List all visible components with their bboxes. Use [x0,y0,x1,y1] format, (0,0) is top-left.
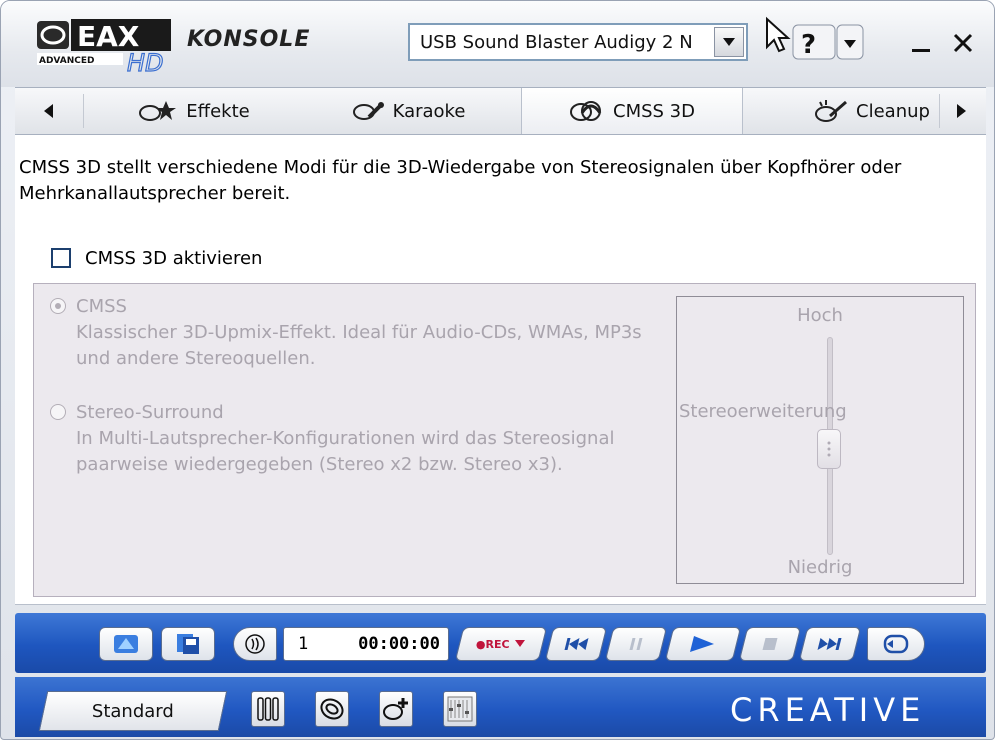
slider-thumb[interactable] [817,429,841,469]
close-icon [953,33,973,53]
repeat-button[interactable] [867,627,925,661]
mediasource-icon [114,635,138,653]
arrow-left-icon [44,104,53,118]
device-selected-value: USB Sound Blaster Audigy 2 N [420,32,693,53]
tab-label: Karaoke [392,100,466,122]
record-button[interactable]: ●REC [454,627,548,661]
play-icon [690,636,714,652]
device-select[interactable]: USB Sound Blaster Audigy 2 N [408,23,748,61]
cmss-headphones-icon [570,101,602,121]
equalizer-icon [257,697,279,721]
stop-button[interactable] [738,627,802,661]
audio-wave-icon [245,634,265,654]
radio-stereo-surround[interactable] [50,404,66,420]
save-button[interactable] [161,627,215,661]
dropdown-arrow-icon [514,640,525,647]
tab-label: CMSS 3D [613,100,695,122]
preset-label: Standard [92,700,174,722]
option-stereo-surround[interactable]: Stereo-Surround In Multi-Lautsprecher-Ko… [50,400,676,478]
save-icon [177,634,199,654]
pause-button[interactable] [604,627,668,661]
grip-icon [827,441,831,457]
slider-high-label: Hoch [797,305,843,326]
transport-bar: 1 00:00:00 ●REC [15,613,986,673]
effects-icon [139,101,177,121]
dropdown-arrow-icon[interactable] [714,27,744,57]
cmss-3d-page: CMSS 3D stellt verschiedene Modi für die… [15,135,986,605]
previous-icon [564,638,589,650]
help-button-group: ? [761,15,869,63]
preset-standard-button[interactable]: Standard [38,691,228,731]
add-effect-button[interactable] [379,691,413,727]
close-button[interactable] [945,25,981,61]
tab-label: Effekte [186,100,250,122]
record-label: ●REC [476,637,510,651]
svg-text:?: ? [801,30,816,60]
sound-mode-button[interactable] [233,627,277,661]
minimize-icon [912,49,930,52]
track-number: 1 [298,634,309,654]
option-label: CMSS [76,296,127,317]
time-display: 00:00:00 [358,634,440,654]
track-counter-display: 1 00:00:00 [283,627,449,661]
arrow-right-icon [957,104,966,118]
equalizer-button[interactable] [251,691,285,727]
minimize-button[interactable] [903,25,939,61]
tab-bar: Effekte Karaoke CMSS 3D Cleanup [15,87,986,135]
play-button[interactable] [664,627,742,661]
option-description: In Multi-Lautsprecher-Konfigurationen wi… [76,428,615,475]
stop-icon [762,638,778,650]
tab-divider [83,94,84,128]
cmss-enable-checkbox[interactable]: CMSS 3D aktivieren [51,245,262,271]
tab-effekte[interactable]: Effekte [119,88,269,134]
eax-logo: EAX ADVANCED HD [35,13,185,78]
speaker-settings-button[interactable] [315,691,349,727]
tab-scroll-right-button[interactable] [937,88,987,134]
previous-button[interactable] [544,627,608,661]
title-bar: EAX ADVANCED HD KONSOLE USB Sound Blaste… [1,1,994,87]
app-title: KONSOLE [187,27,311,52]
stereo-width-slider-box: Hoch Stereoerweiterung Niedrig [676,296,964,584]
next-icon [817,638,842,650]
slider-name-label: Stereoerweiterung [679,401,847,422]
help-button[interactable]: ? [761,15,869,63]
checkbox-label: CMSS 3D aktivieren [85,247,263,269]
tab-scroll-left-button[interactable] [23,88,73,134]
tab-karaoke[interactable]: Karaoke [333,88,483,134]
mixer-button[interactable] [443,691,477,727]
option-cmss[interactable]: CMSS Klassischer 3D-Upmix-Effekt. Ideal … [50,294,656,372]
mediasource-button[interactable] [99,627,153,661]
tab-cmss-3d[interactable]: CMSS 3D [521,88,743,134]
checkbox-box[interactable] [51,248,71,268]
karaoke-icon [352,102,384,120]
slider-low-label: Niedrig [787,557,853,578]
cmss-mode-panel: CMSS Klassischer 3D-Upmix-Effekt. Ideal … [33,283,976,597]
bottom-bar: Standard CREATIVE [15,677,986,737]
app-window: EAX ADVANCED HD KONSOLE USB Sound Blaste… [0,0,995,740]
add-effect-icon [383,698,408,720]
svg-text:HD: HD [127,49,164,77]
option-label: Stereo-Surround [76,402,224,423]
creative-logo: CREATIVE [730,691,926,729]
cleanup-icon [815,100,848,122]
svg-text:ADVANCED: ADVANCED [39,56,95,66]
radio-cmss[interactable] [50,298,66,314]
tab-label: Cleanup [856,100,930,122]
pause-icon [629,638,643,650]
repeat-icon [883,634,909,654]
mixer-icon [447,696,473,722]
next-button[interactable] [798,627,862,661]
speaker-icon [320,698,344,720]
tab-cleanup[interactable]: Cleanup [797,88,947,134]
option-description: Klassischer 3D-Upmix-Effekt. Ideal für A… [76,322,642,369]
page-description: CMSS 3D stellt verschiedene Modi für die… [19,157,902,204]
